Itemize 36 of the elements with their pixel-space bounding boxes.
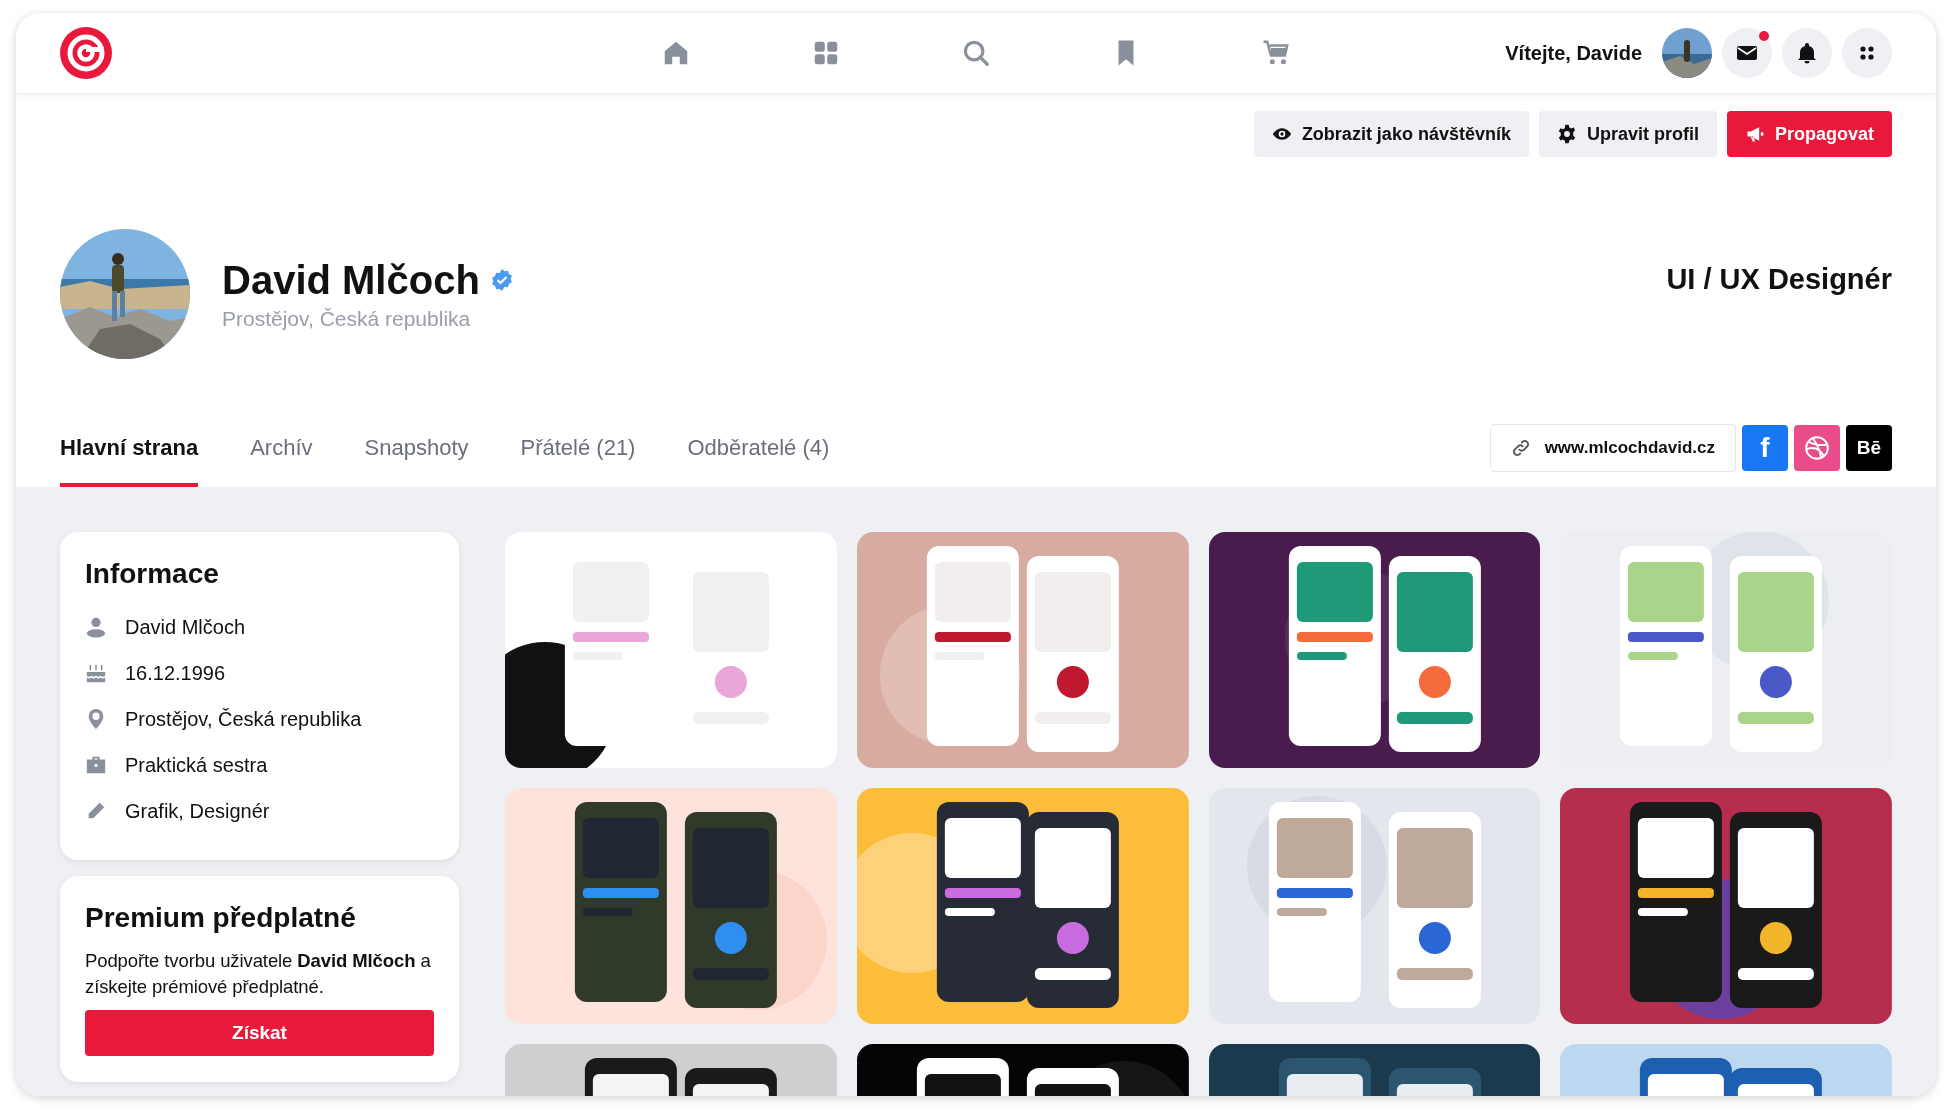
profile-tab[interactable]: Přátelé (21) — [520, 423, 636, 487]
briefcase-icon — [85, 754, 107, 776]
card-title: Premium předplatné — [85, 902, 357, 934]
notifications-button[interactable] — [1782, 28, 1832, 78]
apps-button[interactable] — [1842, 28, 1892, 78]
user-avatar[interactable] — [1662, 28, 1712, 78]
info-text: Grafik, Designér — [125, 799, 270, 823]
dribbble-button[interactable] — [1794, 425, 1840, 471]
profile-tab[interactable]: Archív — [250, 423, 313, 487]
premium-text: Podpořte tvorbu uživatele David Mlčoch a získejte prémiové předplatné. — [85, 949, 432, 999]
promote-button[interactable]: Propagovat — [1726, 111, 1892, 157]
cake-icon — [85, 662, 107, 684]
profile-name: David Mlčoch — [222, 257, 480, 303]
info-text: David Mlčoch — [125, 615, 246, 639]
gear-icon — [1556, 124, 1577, 144]
profile-location: Prostějov, Česká republika — [222, 306, 472, 331]
info-text: Prostějov, Česká republika — [125, 707, 362, 731]
behance-button[interactable]: Bē — [1846, 425, 1892, 471]
profile-tab[interactable]: Snapshoty — [364, 423, 469, 487]
person-icon — [85, 616, 107, 638]
link-icon — [1510, 438, 1531, 458]
info-text: 16.12.1996 — [125, 661, 226, 685]
messages-button[interactable] — [1722, 28, 1772, 78]
view-as-visitor-button[interactable]: Zobrazit jako návštěvník — [1253, 111, 1529, 157]
edit-profile-button[interactable]: Upravit profil — [1538, 111, 1717, 157]
card-title: Informace — [85, 558, 220, 590]
search-icon[interactable] — [961, 38, 991, 68]
logo-icon[interactable] — [60, 27, 112, 79]
profile-role: UI / UX Designér — [1666, 262, 1892, 296]
profile-tab[interactable]: Odběratelé (4) — [687, 423, 830, 487]
get-button[interactable]: Získat — [85, 1010, 434, 1056]
ball-icon — [1804, 435, 1830, 461]
info-text: Praktická sestra — [125, 753, 268, 777]
facebook-button[interactable]: f — [1742, 425, 1788, 471]
greeting: Vítejte, Davide — [1505, 41, 1642, 65]
website-link[interactable]: www.mlcochdavid.cz — [1489, 424, 1736, 472]
